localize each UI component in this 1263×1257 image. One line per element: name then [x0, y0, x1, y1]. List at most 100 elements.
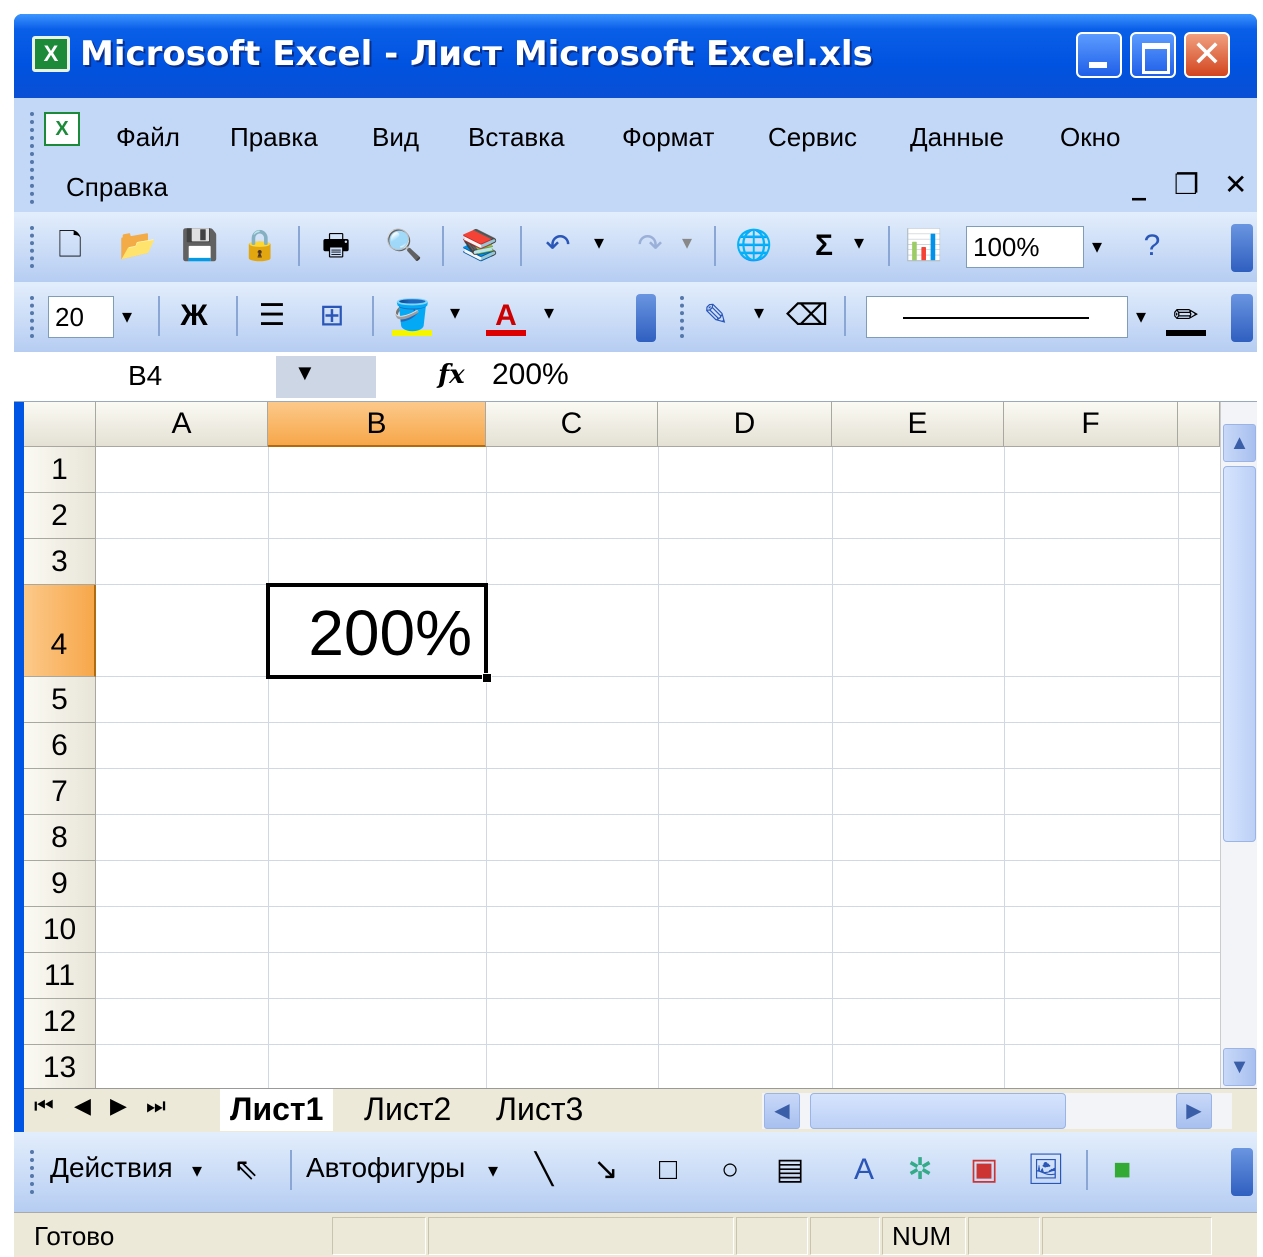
- menu-file[interactable]: Файл: [116, 122, 180, 153]
- fill-color-dropdown-icon[interactable]: ▾: [450, 300, 460, 325]
- autoshapes-menu[interactable]: Автофигуры: [306, 1152, 465, 1184]
- redo-icon[interactable]: ↷: [630, 226, 670, 266]
- menu-view[interactable]: Вид: [372, 122, 419, 153]
- save-icon[interactable]: 💾: [180, 226, 220, 266]
- maximize-button[interactable]: [1130, 32, 1176, 78]
- row-header[interactable]: 3: [24, 539, 96, 585]
- row-header[interactable]: 7: [24, 769, 96, 815]
- toolbar-options-icon[interactable]: [636, 294, 656, 342]
- menu-grip[interactable]: [30, 112, 34, 204]
- column-header[interactable]: F: [1004, 402, 1178, 447]
- sheet-tab-3[interactable]: Лист3: [486, 1089, 593, 1131]
- column-header[interactable]: B: [268, 402, 486, 447]
- sheet-tab-1[interactable]: Лист1: [220, 1089, 334, 1131]
- row-header[interactable]: 5: [24, 677, 96, 723]
- column-header[interactable]: C: [486, 402, 658, 447]
- horizontal-scrollbar[interactable]: ◀ ▶: [762, 1093, 1232, 1129]
- scroll-left-icon[interactable]: ◀: [764, 1093, 800, 1129]
- new-icon[interactable]: 🗋: [50, 226, 90, 266]
- draw-border-icon[interactable]: ✎: [696, 296, 736, 336]
- font-color-dropdown-icon[interactable]: ▾: [544, 300, 554, 325]
- active-cell-b4[interactable]: 200%: [266, 583, 488, 679]
- worksheet-grid[interactable]: A B C D E F 1 2 3 4 5 6 7 8 9 10 11 12 1…: [24, 402, 1257, 1088]
- draw-border-dropdown-icon[interactable]: ▾: [754, 300, 764, 325]
- line-style-field[interactable]: [866, 296, 1128, 338]
- toolbar-options-icon[interactable]: [1231, 224, 1253, 272]
- oval-icon[interactable]: ○: [710, 1150, 750, 1190]
- 3d-style-icon[interactable]: ■: [1102, 1150, 1142, 1190]
- undo-dropdown-icon[interactable]: ▾: [594, 230, 604, 255]
- zoom-field[interactable]: 100%: [966, 226, 1084, 268]
- font-size-dropdown-icon[interactable]: ▾: [122, 304, 132, 329]
- fill-color-icon[interactable]: 🪣: [392, 296, 432, 336]
- undo-icon[interactable]: ↶: [538, 226, 578, 266]
- scroll-down-icon[interactable]: ▼: [1223, 1048, 1256, 1086]
- minimize-button[interactable]: [1076, 32, 1122, 78]
- toolbar-grip[interactable]: [30, 296, 34, 338]
- research-icon[interactable]: 📚: [460, 226, 500, 266]
- wordart-icon[interactable]: A: [844, 1150, 884, 1190]
- actions-dropdown-icon[interactable]: ▾: [192, 1158, 202, 1183]
- erase-border-icon[interactable]: ⌫: [786, 296, 828, 336]
- column-header[interactable]: E: [832, 402, 1004, 447]
- row-header[interactable]: 11: [24, 953, 96, 999]
- print-icon[interactable]: 🖶: [316, 226, 356, 266]
- row-header[interactable]: 2: [24, 493, 96, 539]
- autoshapes-dropdown-icon[interactable]: ▾: [488, 1158, 498, 1183]
- row-header[interactable]: 9: [24, 861, 96, 907]
- arrow-icon[interactable]: ↘: [586, 1150, 626, 1190]
- insert-picture-icon[interactable]: 🖼: [1026, 1150, 1066, 1190]
- redo-dropdown-icon[interactable]: ▾: [682, 230, 692, 255]
- row-header[interactable]: 13: [24, 1045, 96, 1088]
- select-objects-icon[interactable]: ⇖: [226, 1150, 266, 1190]
- fill-handle[interactable]: [482, 673, 492, 683]
- diagram-icon[interactable]: ✲: [900, 1150, 940, 1190]
- toolbar-grip[interactable]: [680, 296, 684, 338]
- last-sheet-icon[interactable]: ⏭: [146, 1093, 166, 1119]
- vertical-scroll-thumb[interactable]: [1223, 466, 1256, 842]
- row-header[interactable]: 10: [24, 907, 96, 953]
- select-all-corner[interactable]: [24, 402, 96, 447]
- formula-input[interactable]: 200%: [492, 358, 569, 392]
- zoom-dropdown-icon[interactable]: ▾: [1092, 234, 1102, 259]
- insert-function-icon[interactable]: fx: [438, 360, 465, 390]
- row-header[interactable]: 6: [24, 723, 96, 769]
- menu-insert[interactable]: Вставка: [468, 122, 565, 153]
- autosum-icon[interactable]: Σ: [804, 226, 844, 266]
- column-header[interactable]: A: [96, 402, 268, 447]
- next-sheet-icon[interactable]: ▶: [110, 1093, 127, 1119]
- print-preview-icon[interactable]: 🔍: [384, 226, 424, 266]
- actions-menu[interactable]: Действия: [50, 1152, 173, 1184]
- clipart-icon[interactable]: ▣: [964, 1150, 1004, 1190]
- line-style-dropdown-icon[interactable]: ▾: [1136, 304, 1146, 329]
- name-box[interactable]: B4: [24, 356, 274, 398]
- autosum-dropdown-icon[interactable]: ▾: [854, 230, 864, 255]
- toolbar-options-icon[interactable]: [1231, 294, 1253, 342]
- column-header[interactable]: [1178, 402, 1220, 447]
- chart-wizard-icon[interactable]: 📊: [904, 226, 944, 266]
- excel-app-icon[interactable]: X: [32, 36, 70, 72]
- vertical-scrollbar[interactable]: ▲ ▼: [1220, 402, 1257, 1088]
- font-color-icon[interactable]: A: [486, 296, 526, 336]
- toolbar-grip[interactable]: [30, 226, 34, 268]
- prev-sheet-icon[interactable]: ◀: [74, 1093, 91, 1119]
- workbook-icon[interactable]: X: [44, 112, 80, 146]
- bold-button[interactable]: Ж: [174, 296, 214, 336]
- permission-icon[interactable]: 🔒: [240, 226, 280, 266]
- textbox-icon[interactable]: ▤: [770, 1150, 810, 1190]
- row-header[interactable]: 4: [24, 585, 96, 677]
- font-size-field[interactable]: 20: [48, 296, 114, 338]
- row-header[interactable]: 8: [24, 815, 96, 861]
- rectangle-icon[interactable]: □: [648, 1150, 688, 1190]
- line-icon[interactable]: ╲: [524, 1150, 564, 1190]
- scroll-up-icon[interactable]: ▲: [1223, 424, 1256, 462]
- toolbar-options-icon[interactable]: [1231, 1148, 1253, 1196]
- title-bar[interactable]: X Microsoft Excel - Лист Microsoft Excel…: [14, 14, 1257, 98]
- doc-close-icon[interactable]: ✕: [1224, 168, 1247, 201]
- menu-data[interactable]: Данные: [910, 122, 1004, 153]
- menu-format[interactable]: Формат: [622, 122, 714, 153]
- row-header[interactable]: 1: [24, 447, 96, 493]
- toolbar-grip[interactable]: [30, 1150, 34, 1194]
- open-icon[interactable]: 📂: [118, 226, 158, 266]
- doc-minimize-icon[interactable]: _: [1132, 168, 1146, 201]
